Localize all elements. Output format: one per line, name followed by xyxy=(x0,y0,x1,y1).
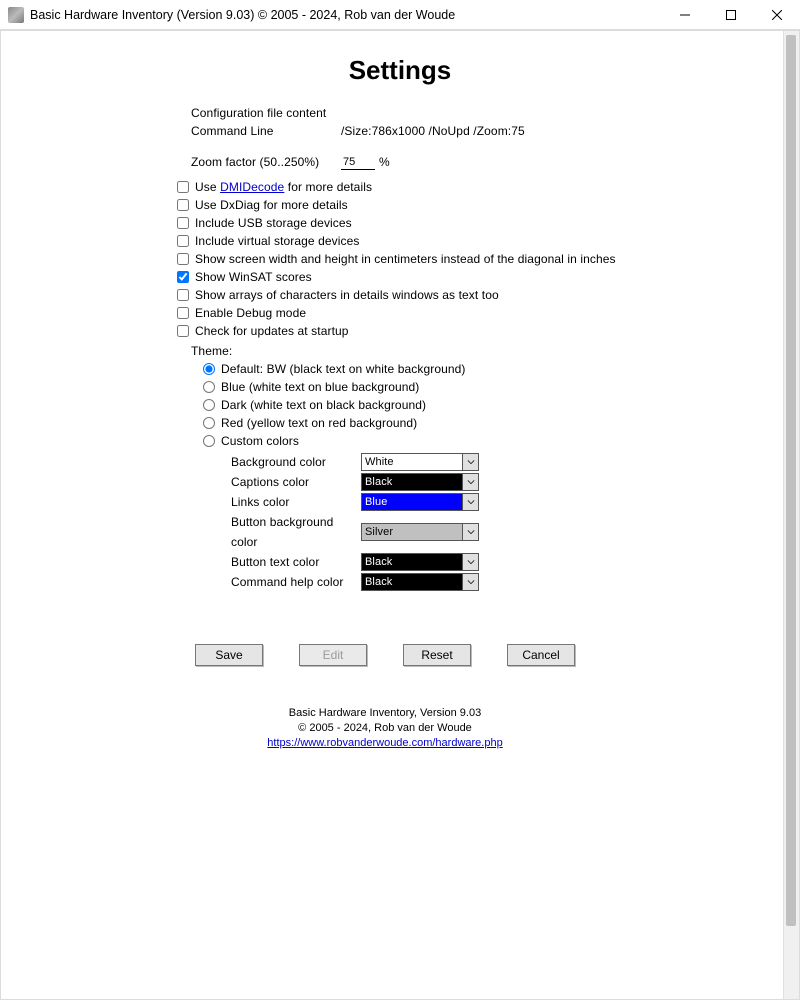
radio-theme-blue-label: Blue (white text on blue background) xyxy=(221,378,419,396)
radio-theme-custom[interactable] xyxy=(203,435,215,447)
cmdline-label: Command Line xyxy=(191,122,341,140)
radio-theme-dark[interactable] xyxy=(203,399,215,411)
window-title: Basic Hardware Inventory (Version 9.03) … xyxy=(30,8,455,22)
cmdline-value: /Size:786x1000 /NoUpd /Zoom:75 xyxy=(341,122,525,140)
button-text-color-select[interactable]: Black xyxy=(361,553,479,571)
captions-color-value: Black xyxy=(365,472,392,492)
minimize-button[interactable] xyxy=(662,0,708,30)
title-bar: Basic Hardware Inventory (Version 9.03) … xyxy=(0,0,800,30)
check-usb[interactable] xyxy=(177,217,189,229)
chevron-down-icon xyxy=(462,474,478,490)
reset-button[interactable]: Reset xyxy=(403,644,471,666)
maximize-button[interactable] xyxy=(708,0,754,30)
radio-theme-dark-label: Dark (white text on black background) xyxy=(221,396,426,414)
chevron-down-icon xyxy=(462,554,478,570)
dmidecode-link[interactable]: DMIDecode xyxy=(220,180,284,194)
footer-line1: Basic Hardware Inventory, Version 9.03 xyxy=(31,706,739,721)
button-bg-color-value: Silver xyxy=(365,522,393,542)
check-dxdiag-label: Use DxDiag for more details xyxy=(195,196,348,214)
cmdhelp-color-label: Command help color xyxy=(231,572,361,592)
check-virtual-label: Include virtual storage devices xyxy=(195,232,360,250)
chevron-down-icon xyxy=(462,494,478,510)
theme-title: Theme: xyxy=(191,342,769,360)
zoom-percent: % xyxy=(379,155,390,169)
links-color-value: Blue xyxy=(365,492,387,512)
scrollbar[interactable] xyxy=(783,31,799,999)
links-color-select[interactable]: Blue xyxy=(361,493,479,511)
check-screen-cm[interactable] xyxy=(177,253,189,265)
captions-color-select[interactable]: Black xyxy=(361,473,479,491)
check-debug[interactable] xyxy=(177,307,189,319)
page-title: Settings xyxy=(31,55,769,86)
zoom-label: Zoom factor (50..250%) xyxy=(191,155,341,169)
radio-theme-red[interactable] xyxy=(203,417,215,429)
footer-link[interactable]: https://www.robvanderwoude.com/hardware.… xyxy=(267,737,502,749)
chevron-down-icon xyxy=(462,524,478,540)
radio-theme-blue[interactable] xyxy=(203,381,215,393)
radio-theme-default[interactable] xyxy=(203,363,215,375)
captions-color-label: Captions color xyxy=(231,472,361,492)
close-button[interactable] xyxy=(754,0,800,30)
bg-color-select[interactable]: White xyxy=(361,453,479,471)
check-debug-label: Enable Debug mode xyxy=(195,304,306,322)
radio-theme-default-label: Default: BW (black text on white backgro… xyxy=(221,360,466,378)
check-dmidecode-label: Use DMIDecode for more details xyxy=(195,178,372,196)
config-file-label: Configuration file content xyxy=(191,104,341,122)
zoom-input[interactable] xyxy=(341,154,375,170)
chevron-down-icon xyxy=(462,454,478,470)
button-bg-color-label: Button background color xyxy=(231,512,361,552)
bg-color-value: White xyxy=(365,452,394,472)
edit-button[interactable]: Edit xyxy=(299,644,367,666)
footer: Basic Hardware Inventory, Version 9.03 ©… xyxy=(31,706,769,751)
chevron-down-icon xyxy=(462,574,478,590)
button-text-color-value: Black xyxy=(365,552,392,572)
check-winsat-label: Show WinSAT scores xyxy=(195,268,312,286)
button-bg-color-select[interactable]: Silver xyxy=(361,523,479,541)
check-updates[interactable] xyxy=(177,325,189,337)
footer-line2: © 2005 - 2024, Rob van der Woude xyxy=(31,721,739,736)
cancel-button[interactable]: Cancel xyxy=(507,644,575,666)
check-virtual[interactable] xyxy=(177,235,189,247)
cmdhelp-color-select[interactable]: Black xyxy=(361,573,479,591)
check-usb-label: Include USB storage devices xyxy=(195,214,352,232)
links-color-label: Links color xyxy=(231,492,361,512)
radio-theme-custom-label: Custom colors xyxy=(221,432,299,450)
save-button[interactable]: Save xyxy=(195,644,263,666)
client-area: Settings Configuration file content Comm… xyxy=(0,30,800,1000)
button-text-color-label: Button text color xyxy=(231,552,361,572)
check-winsat[interactable] xyxy=(177,271,189,283)
radio-theme-red-label: Red (yellow text on red background) xyxy=(221,414,417,432)
check-dxdiag[interactable] xyxy=(177,199,189,211)
bg-color-label: Background color xyxy=(231,452,361,472)
scrollbar-thumb[interactable] xyxy=(786,35,796,926)
check-screen-cm-label: Show screen width and height in centimet… xyxy=(195,250,616,268)
app-icon xyxy=(8,7,24,23)
check-dmidecode[interactable] xyxy=(177,181,189,193)
check-updates-label: Check for updates at startup xyxy=(195,322,349,340)
check-char-arrays-label: Show arrays of characters in details win… xyxy=(195,286,499,304)
check-char-arrays[interactable] xyxy=(177,289,189,301)
cmdhelp-color-value: Black xyxy=(365,572,392,592)
